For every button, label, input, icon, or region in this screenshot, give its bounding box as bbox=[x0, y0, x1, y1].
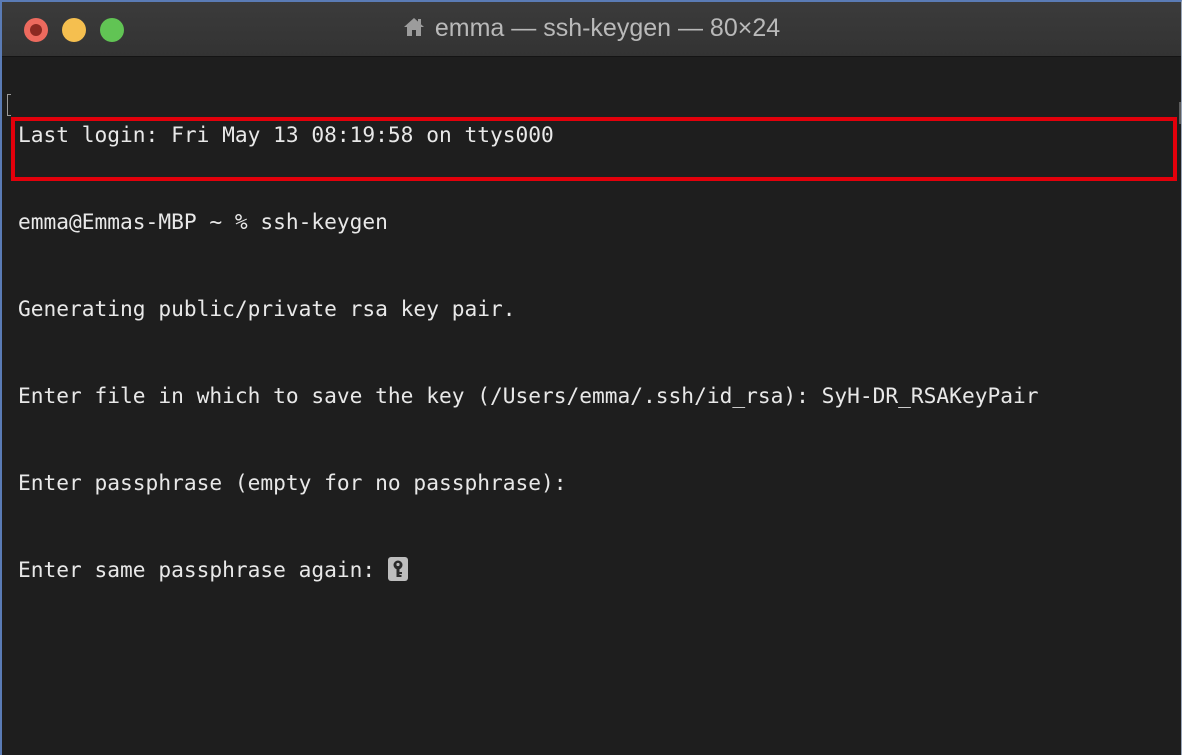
terminal-line-2: emma@Emmas-MBP ~ % ssh-keygen bbox=[18, 209, 388, 234]
terminal-line-3: Generating public/private rsa key pair. bbox=[18, 296, 516, 321]
terminal-line-1: Last login: Fri May 13 08:19:58 on ttys0… bbox=[18, 122, 554, 147]
window-title-text: emma — ssh-keygen — 80×24 bbox=[434, 14, 781, 42]
house-icon bbox=[403, 16, 425, 45]
terminal-line-5: Enter passphrase (empty for no passphras… bbox=[18, 470, 567, 495]
terminal-output[interactable]: Last login: Fri May 13 08:19:58 on ttys0… bbox=[2, 57, 1181, 755]
window-title: emma — ssh-keygen — 80×24 bbox=[2, 14, 1181, 45]
scrollbar-edge[interactable] bbox=[1179, 102, 1181, 124]
title-bar[interactable]: emma — ssh-keygen — 80×24 bbox=[2, 2, 1181, 57]
terminal-line-6: Enter same passphrase again: bbox=[18, 555, 1181, 584]
terminal-line-6-text: Enter same passphrase again: bbox=[18, 557, 388, 582]
terminal-window: emma — ssh-keygen — 80×24 Last login: Fr… bbox=[0, 0, 1182, 755]
terminal-line-4: Enter file in which to save the key (/Us… bbox=[18, 383, 1039, 408]
key-icon bbox=[387, 557, 408, 581]
